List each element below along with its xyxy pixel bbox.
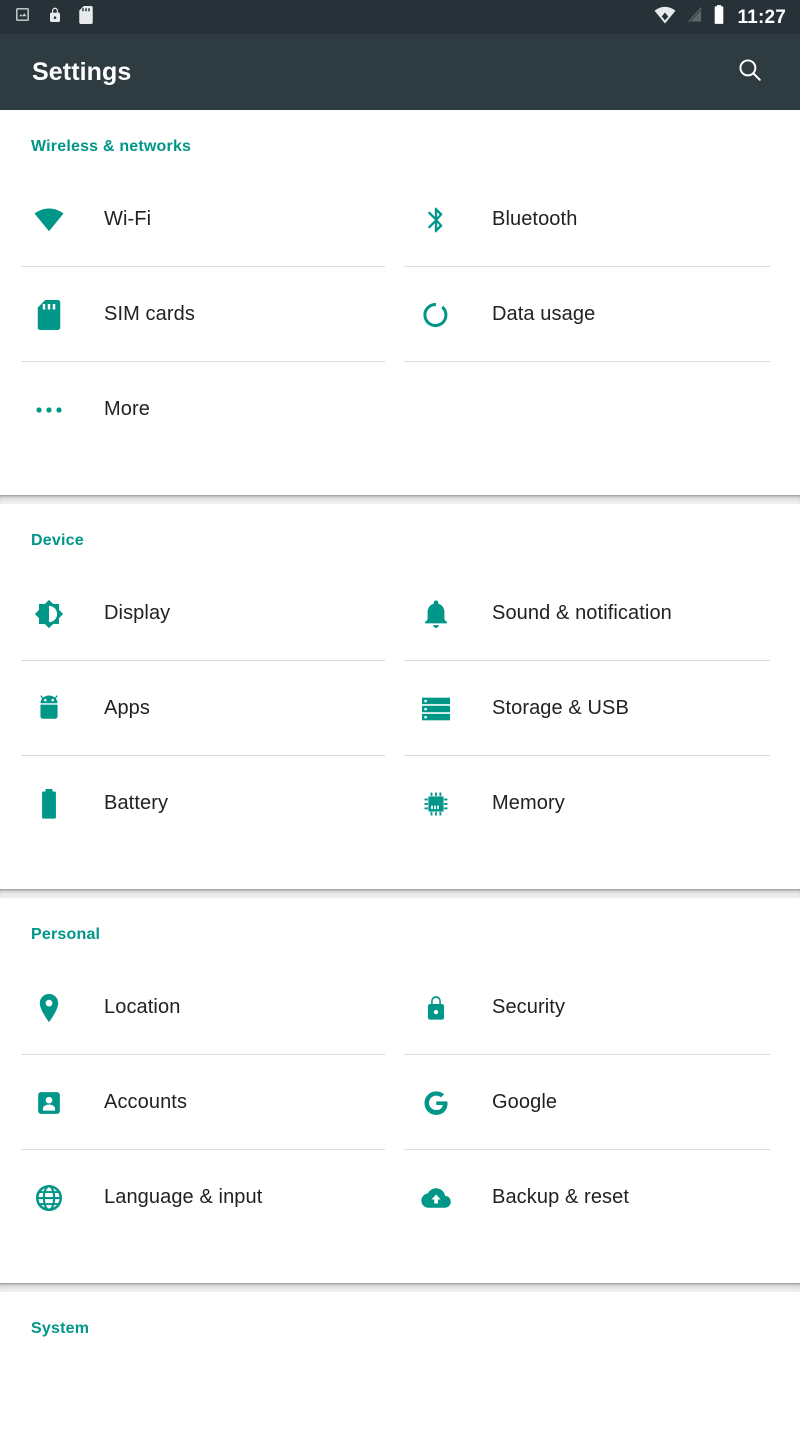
location-pin-icon (31, 990, 67, 1026)
brightness-icon (31, 596, 67, 632)
wifi-icon (31, 202, 67, 238)
section-divider-gap (0, 1283, 800, 1292)
section-header-system: System (31, 1320, 90, 1337)
settings-item-label: Bluetooth (492, 208, 578, 230)
settings-item-backup-reset[interactable]: Backup & reset (400, 1150, 800, 1245)
more-dots-icon (31, 392, 67, 428)
section-system: System (0, 1292, 800, 1449)
settings-item-label: Location (104, 996, 181, 1018)
settings-item-google[interactable]: Google (400, 1055, 800, 1150)
clipped-icon (31, 1384, 67, 1420)
sd-card-icon (79, 5, 93, 29)
battery-icon (31, 786, 67, 822)
settings-item-label: Language & input (104, 1186, 263, 1208)
settings-item-battery[interactable]: Battery (0, 756, 400, 851)
storage-icon (418, 691, 454, 727)
section-grid-wireless: Wi-Fi Bluetooth SIM cards Data usage Mor… (0, 156, 800, 457)
section-wireless-networks: Wireless & networks Wi-Fi Bluetooth SIM … (0, 110, 800, 495)
settings-item-memory[interactable]: Memory (400, 756, 800, 851)
section-device: Device Display Sound & notification Apps… (0, 504, 800, 889)
google-g-icon (418, 1085, 454, 1121)
section-header-personal: Personal (31, 926, 101, 943)
cloud-upload-icon (418, 1180, 454, 1216)
settings-item-sim-cards[interactable]: SIM cards (0, 267, 400, 362)
page-title: Settings (32, 57, 132, 86)
sim-card-icon (31, 297, 67, 333)
settings-item-location[interactable]: Location (0, 960, 400, 1055)
settings-item-label: Google (492, 1091, 558, 1113)
settings-list: Wireless & networks Wi-Fi Bluetooth SIM … (0, 110, 800, 1449)
search-button[interactable] (728, 50, 772, 94)
bell-icon (418, 596, 454, 632)
status-clock: 11:27 (737, 6, 786, 28)
settings-item-sound-notification[interactable]: Sound & notification (400, 566, 800, 661)
settings-item-label: Sound & notification (492, 602, 672, 624)
lock-icon (418, 990, 454, 1026)
settings-item-storage-usb[interactable]: Storage & USB (400, 661, 800, 756)
bluetooth-icon (418, 202, 454, 238)
account-icon (31, 1085, 67, 1121)
settings-item-label: Battery (104, 792, 169, 814)
section-grid-personal: Location Security Accounts Google Langua… (0, 944, 800, 1245)
no-sim-signal-icon (687, 6, 704, 29)
image-icon (14, 6, 31, 28)
search-icon (736, 56, 764, 89)
settings-item-label: Accounts (104, 1091, 188, 1113)
status-bar-right-icons: 11:27 (643, 5, 786, 29)
settings-item-label: Security (492, 996, 566, 1018)
settings-item-data-usage[interactable]: Data usage (400, 267, 800, 362)
settings-item-accounts[interactable]: Accounts (0, 1055, 400, 1150)
settings-item-bluetooth[interactable]: Bluetooth (400, 172, 800, 267)
settings-item-label: Wi-Fi (104, 208, 152, 230)
settings-item-apps[interactable]: Apps (0, 661, 400, 756)
settings-item-system-partial[interactable] (0, 1354, 400, 1449)
wifi-no-internet-icon (654, 6, 676, 29)
status-bar-left-icons (14, 5, 109, 29)
android-icon (31, 691, 67, 727)
settings-item-security[interactable]: Security (400, 960, 800, 1055)
lock-icon (47, 6, 63, 29)
settings-item-label: More (104, 398, 150, 420)
settings-item-language-input[interactable]: Language & input (0, 1150, 400, 1245)
section-personal: Personal Location Security Accounts Goog… (0, 898, 800, 1283)
settings-item-more[interactable]: More (0, 362, 400, 457)
battery-icon (713, 5, 725, 29)
settings-item-label: Display (104, 602, 171, 624)
settings-item-label: Storage & USB (492, 697, 629, 719)
settings-item-label: Apps (104, 697, 150, 719)
settings-item-wifi[interactable]: Wi-Fi (0, 172, 400, 267)
settings-item-label: Data usage (492, 303, 596, 325)
settings-item-label: Backup & reset (492, 1186, 630, 1208)
status-bar: 11:27 (0, 0, 800, 34)
app-bar: Settings (0, 34, 800, 110)
settings-item-label: Memory (492, 792, 565, 814)
settings-item-display[interactable]: Display (0, 566, 400, 661)
section-header-device: Device (31, 532, 84, 549)
globe-icon (31, 1180, 67, 1216)
grid-empty-cell (400, 362, 800, 457)
section-header-wireless: Wireless & networks (31, 138, 192, 155)
section-divider-gap (0, 495, 800, 504)
settings-item-label: SIM cards (104, 303, 195, 325)
section-grid-device: Display Sound & notification Apps Storag… (0, 550, 800, 851)
memory-chip-icon (418, 786, 454, 822)
data-usage-icon (418, 297, 454, 333)
section-grid-system (0, 1338, 800, 1449)
section-divider-gap (0, 889, 800, 898)
